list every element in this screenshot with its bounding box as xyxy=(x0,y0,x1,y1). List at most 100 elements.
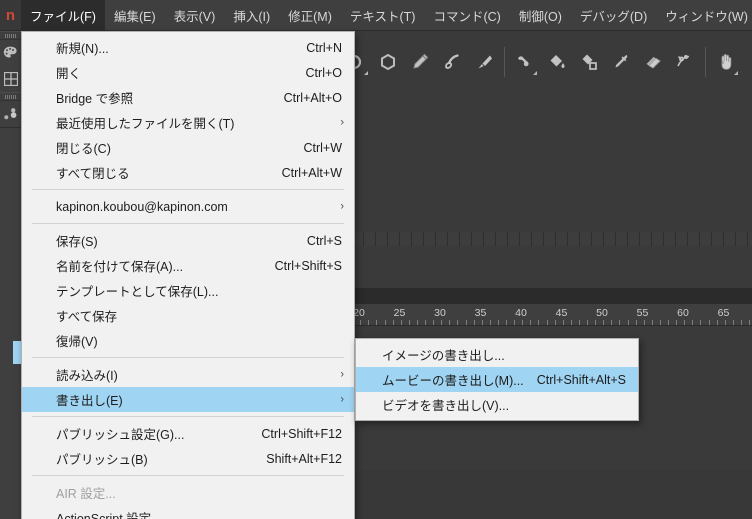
ruler-tick-label: 50 xyxy=(596,307,608,319)
ruler-tick-mark xyxy=(603,320,605,325)
eyedropper-tool-icon[interactable] xyxy=(605,41,637,83)
ruler-tick-mark xyxy=(522,320,524,325)
file-menu-item-label: ActionScript 設定... xyxy=(56,512,162,519)
ruler-tick-mark xyxy=(749,320,750,325)
panel-grip-handle[interactable] xyxy=(0,31,21,40)
ruler-tick-mark xyxy=(668,320,669,325)
paint-brush-tool-icon[interactable] xyxy=(468,41,500,83)
menu-bar-item-7[interactable]: 制御(O) xyxy=(510,0,571,31)
eraser-tool-icon[interactable] xyxy=(637,41,669,83)
align-grid-icon[interactable] xyxy=(0,66,21,92)
file-menu-item-shortcut: Ctrl+Shift+S xyxy=(274,258,342,273)
ruler-tick-mark xyxy=(376,320,378,325)
menu-bar-item-9[interactable]: ウィンドウ(W) xyxy=(656,0,752,31)
pencil-tool-icon[interactable] xyxy=(404,41,436,83)
menu-bar-item-8[interactable]: デバッグ(D) xyxy=(571,0,656,31)
file-menu-item-shortcut: Ctrl+Alt+O xyxy=(283,90,342,105)
file-menu-item-label: すべて閉じる xyxy=(56,167,130,181)
file-menu-item[interactable]: すべて保存 xyxy=(22,303,354,328)
file-menu-item[interactable]: 読み込み(I) › xyxy=(22,362,354,387)
ruler-tick-mark xyxy=(449,320,451,325)
ruler-tick-mark xyxy=(546,320,548,325)
file-menu-item[interactable]: ActionScript 設定... xyxy=(22,505,354,519)
ruler-tick-label: 45 xyxy=(555,307,568,319)
ruler-tick-label: 55 xyxy=(636,307,649,319)
brush-tool-icon[interactable] xyxy=(436,41,468,83)
file-menu-item[interactable]: テンプレートとして保存(L)... xyxy=(22,278,354,303)
file-menu-item-label: kapinon.koubou@kapinon.com xyxy=(56,199,228,214)
file-menu-item[interactable]: 開く Ctrl+O xyxy=(22,60,354,85)
rail-bottom-edge xyxy=(0,470,21,519)
file-menu-item[interactable]: 閉じる(C) Ctrl+W xyxy=(22,135,354,160)
chevron-right-icon: › xyxy=(340,200,344,212)
file-menu-item[interactable]: 名前を付けて保存(A)... Ctrl+Shift+S xyxy=(22,253,354,278)
ruler-tick-mark xyxy=(400,320,402,325)
ruler-tick-mark xyxy=(554,320,556,325)
paint-bucket-tool-icon[interactable] xyxy=(541,41,573,83)
menu-bar-item-6[interactable]: コマンド(C) xyxy=(424,0,509,31)
ruler-tick-mark xyxy=(740,320,742,325)
menu-bar-item-5[interactable]: テキスト(T) xyxy=(341,0,425,31)
export-submenu: イメージの書き出し... ムービーの書き出し(M)... Ctrl+Shift+Al… xyxy=(355,338,639,421)
width-tool-icon[interactable] xyxy=(669,41,701,83)
menu-bar-item-4[interactable]: 修正(M) xyxy=(279,0,341,31)
file-dropdown-menu: 新規(N)... Ctrl+N 開く Ctrl+O Bridge で参照 Ctrl+Alt… xyxy=(21,31,355,519)
hand-tool-icon[interactable] xyxy=(710,41,742,83)
ruler-tick-mark xyxy=(497,320,499,325)
export-submenu-item[interactable]: ムービーの書き出し(M)... Ctrl+Shift+Alt+S xyxy=(356,367,638,392)
color-palette-icon[interactable] xyxy=(0,40,21,66)
active-panel-tab-indicator[interactable] xyxy=(13,341,21,364)
ruler-tick-mark xyxy=(384,320,386,325)
export-submenu-item[interactable]: ビデオを書き出し(V)... xyxy=(356,392,638,417)
menu-bar-item-1[interactable]: 編集(E) xyxy=(105,0,165,31)
file-menu-item[interactable]: 新規(N)... Ctrl+N xyxy=(22,35,354,60)
file-menu-item-label: パブリッシュ(B) xyxy=(56,453,148,467)
file-menu-item[interactable]: kapinon.koubou@kapinon.com › xyxy=(22,194,354,219)
file-menu-item[interactable]: パブリッシュ設定(G)... Ctrl+Shift+F12 xyxy=(22,421,354,446)
ruler-tick-mark xyxy=(732,320,734,325)
menu-bar-item-3[interactable]: 挿入(I) xyxy=(224,0,279,31)
file-menu-item[interactable]: Bridge で参照 Ctrl+Alt+O xyxy=(22,85,354,110)
file-menu-item[interactable]: すべて閉じる Ctrl+Alt+W xyxy=(22,160,354,185)
file-menu-separator xyxy=(32,357,344,358)
ruler-tick-label: 60 xyxy=(677,307,689,319)
bone-tool-icon[interactable] xyxy=(509,41,541,83)
ruler-tick-mark xyxy=(457,320,459,325)
file-menu-item[interactable]: パブリッシュ(B) Shift+Alt+F12 xyxy=(22,446,354,471)
ruler-tick-mark xyxy=(416,320,418,325)
file-menu-item[interactable]: 最近使用したファイルを開く(T) › xyxy=(22,110,354,135)
ruler-tick-mark xyxy=(643,320,645,325)
export-submenu-item[interactable]: イメージの書き出し... xyxy=(356,342,638,367)
ruler-tick-mark xyxy=(692,320,694,325)
ruler-tick-label: 40 xyxy=(515,307,527,319)
ruler-tick-label: 25 xyxy=(393,307,406,319)
polygon-tool-icon[interactable] xyxy=(372,41,404,83)
ruler-tick-mark xyxy=(530,320,532,325)
export-submenu-item-shortcut: Ctrl+Shift+Alt+S xyxy=(536,372,626,387)
toolbar-divider-2 xyxy=(705,47,706,77)
ruler-tick-mark xyxy=(506,320,507,325)
toolbar-divider-1 xyxy=(504,47,505,77)
ruler-tick-label: 65 xyxy=(717,307,730,319)
file-menu-item[interactable]: 復帰(V) xyxy=(22,328,354,353)
menu-bar-item-0[interactable]: ファイル(F) xyxy=(21,0,105,31)
file-menu-item-shortcut: Ctrl+Shift+F12 xyxy=(261,426,342,441)
file-menu-item-label: 開く xyxy=(56,67,82,81)
file-menu-separator xyxy=(32,223,344,224)
file-menu-item[interactable]: 書き出し(E) › xyxy=(22,387,354,412)
file-menu-separator xyxy=(32,416,344,417)
ruler-tick-mark xyxy=(619,320,621,325)
timeline-frame-strip[interactable] xyxy=(340,232,752,246)
app-logo: n xyxy=(0,0,21,30)
timeline-ruler[interactable]: ▶ 20253035404550556065 xyxy=(340,304,752,326)
ink-bottle-tool-icon[interactable] xyxy=(573,41,605,83)
ruler-tick-mark xyxy=(441,320,443,325)
file-menu-item-shortcut: Ctrl+W xyxy=(303,140,342,155)
panel-grip-handle-2[interactable] xyxy=(0,92,21,101)
file-menu-item[interactable]: 保存(S) Ctrl+S xyxy=(22,228,354,253)
ruler-tick-mark xyxy=(651,320,653,325)
bubbles-icon[interactable] xyxy=(0,101,21,127)
file-menu-item-label: テンプレートとして保存(L)... xyxy=(56,285,219,299)
menu-bar-item-2[interactable]: 表示(V) xyxy=(165,0,225,31)
ruler-tick-mark xyxy=(635,320,637,325)
